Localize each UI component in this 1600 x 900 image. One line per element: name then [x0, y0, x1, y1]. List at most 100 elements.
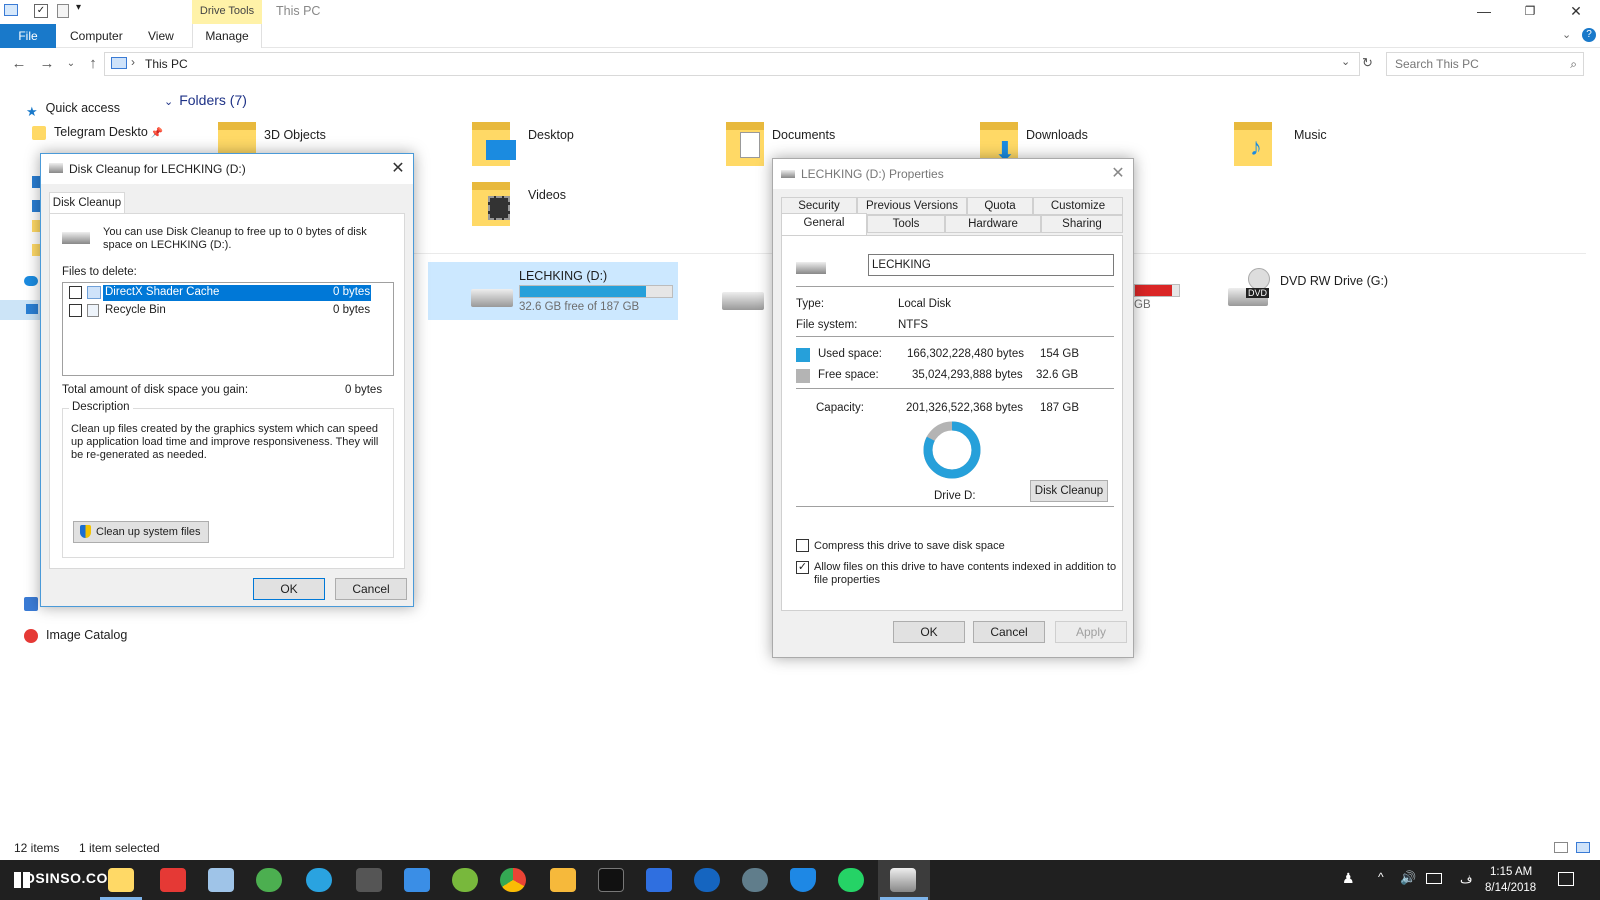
- drive-d-tile[interactable]: LECHKING (D:) 32.6 GB free of 187 GB: [428, 262, 678, 320]
- tab-tools[interactable]: Tools: [867, 215, 945, 233]
- app-icon-yellow[interactable]: [550, 868, 576, 892]
- file-checkbox[interactable]: [69, 286, 82, 299]
- nav-quick-access[interactable]: ★ Quick access: [26, 98, 120, 119]
- compress-checkbox[interactable]: [796, 539, 809, 552]
- app-icon-globe[interactable]: [256, 868, 282, 892]
- index-checkbox[interactable]: ✓: [796, 561, 809, 574]
- forward-button[interactable]: →: [36, 53, 58, 75]
- hard-drive-icon[interactable]: [722, 292, 764, 310]
- restore-button[interactable]: ❐: [1508, 0, 1552, 24]
- network-tray-icon[interactable]: [1426, 873, 1442, 884]
- this-pc-icon: [26, 304, 38, 314]
- shield-icon[interactable]: [790, 868, 816, 892]
- disk-cleanup-button[interactable]: Disk Cleanup: [1030, 480, 1108, 502]
- desktop-screen-icon: [486, 140, 516, 160]
- breadcrumb[interactable]: This PC: [145, 57, 188, 71]
- show-hidden-icons[interactable]: ^: [1378, 870, 1384, 884]
- onedrive-icon: [24, 276, 38, 286]
- clock-time[interactable]: 1:15 AM: [1490, 866, 1532, 878]
- tab-file[interactable]: File: [0, 24, 56, 48]
- file-checkbox[interactable]: [69, 304, 82, 317]
- chrome-icon[interactable]: [500, 868, 526, 892]
- cleanup-close-button[interactable]: ✕: [383, 154, 413, 184]
- folder-music[interactable]: ♪ Music: [1234, 122, 1454, 172]
- cleanup-cancel-button[interactable]: Cancel: [335, 578, 407, 600]
- whatsapp-icon[interactable]: [838, 868, 864, 892]
- used-space-swatch: [796, 348, 810, 362]
- disk-cleanup-taskbar-icon[interactable]: [890, 868, 916, 892]
- drive-usage-bar: [1134, 284, 1180, 297]
- drive-usage-donut: [923, 421, 981, 479]
- breadcrumb-chevron-icon: ›: [131, 55, 135, 69]
- properties-title-bar: LECHKING (D:) Properties: [773, 159, 1133, 189]
- list-item[interactable]: Recycle Bin 0 bytes: [65, 303, 373, 319]
- properties-icon[interactable]: ✓: [34, 4, 48, 18]
- large-icons-view-icon[interactable]: [1576, 842, 1590, 853]
- tab-quota[interactable]: Quota: [967, 197, 1033, 215]
- properties-cancel-button[interactable]: Cancel: [973, 621, 1045, 643]
- nav-telegram[interactable]: Telegram Deskto 📌: [32, 122, 163, 142]
- terminal-icon[interactable]: [598, 868, 624, 892]
- properties-close-button[interactable]: ✕: [1103, 159, 1133, 189]
- tab-sharing[interactable]: Sharing: [1041, 215, 1123, 233]
- tab-customize[interactable]: Customize: [1033, 197, 1123, 215]
- calendar-icon[interactable]: [356, 868, 382, 892]
- tab-hardware[interactable]: Hardware: [945, 215, 1041, 233]
- expand-ribbon-icon[interactable]: ⌄: [1562, 28, 1571, 41]
- tab-previous-versions[interactable]: Previous Versions: [857, 197, 967, 215]
- utorrent-icon[interactable]: [452, 868, 478, 892]
- drive-d-usage-bar: [519, 285, 673, 298]
- drive-tools-context: Drive Tools: [192, 0, 262, 24]
- folder-label: 3D Objects: [264, 128, 326, 142]
- app-icon-doc[interactable]: [646, 868, 672, 892]
- details-view-icon[interactable]: [1554, 842, 1568, 853]
- action-center-icon[interactable]: [1558, 872, 1574, 886]
- app-icon-disc[interactable]: [742, 868, 768, 892]
- tab-general[interactable]: General: [781, 213, 867, 235]
- address-bar[interactable]: › This PC ⌄: [104, 52, 1360, 76]
- folder-videos[interactable]: Videos: [472, 182, 692, 232]
- uac-shield-icon: [80, 525, 91, 538]
- tab-disk-cleanup[interactable]: Disk Cleanup: [49, 192, 125, 214]
- drive-properties-dialog: LECHKING (D:) Properties ✕ Security Prev…: [772, 158, 1134, 658]
- list-item[interactable]: DirectX Shader Cache 0 bytes: [65, 285, 373, 301]
- address-dropdown-icon[interactable]: ⌄: [1341, 55, 1350, 68]
- recycle-bin-icon: [87, 304, 99, 317]
- folder-desktop[interactable]: Desktop: [472, 122, 692, 172]
- help-icon[interactable]: ?: [1582, 28, 1596, 42]
- cleanup-ok-button[interactable]: OK: [253, 578, 325, 600]
- folders-group-header[interactable]: ⌄ Folders (7): [164, 92, 247, 108]
- properties-ok-button[interactable]: OK: [893, 621, 965, 643]
- tab-view[interactable]: View: [134, 24, 188, 48]
- clock-date[interactable]: 8/14/2018: [1485, 882, 1536, 894]
- minimize-button[interactable]: —: [1462, 0, 1506, 24]
- search-input[interactable]: Search This PC ⌕: [1386, 52, 1584, 76]
- clean-up-system-files-button[interactable]: Clean up system files: [73, 521, 209, 543]
- recent-locations-button[interactable]: ⌄: [60, 53, 82, 75]
- tab-manage[interactable]: Manage: [192, 24, 262, 48]
- properties-apply-button[interactable]: Apply: [1055, 621, 1127, 643]
- app-icon-blue[interactable]: [404, 868, 430, 892]
- back-button[interactable]: ←: [8, 53, 30, 75]
- type-value: Local Disk: [898, 298, 952, 310]
- up-button[interactable]: ↑: [82, 53, 104, 75]
- volume-icon[interactable]: 🔊: [1400, 870, 1416, 886]
- close-window-button[interactable]: ✕: [1554, 0, 1598, 24]
- app-icon-notes[interactable]: [208, 868, 234, 892]
- file-explorer-icon[interactable]: [108, 868, 134, 892]
- people-icon[interactable]: ♟: [1342, 870, 1355, 887]
- new-folder-icon[interactable]: [57, 4, 69, 18]
- nav-image-catalog[interactable]: Image Catalog: [24, 625, 127, 645]
- drive-name-field[interactable]: LECHKING: [868, 254, 1114, 276]
- telegram-icon[interactable]: [306, 868, 332, 892]
- customize-qat-icon[interactable]: ▾: [76, 2, 81, 13]
- folders-header-label: Folders (7): [179, 92, 247, 108]
- refresh-icon[interactable]: ↻: [1362, 55, 1373, 71]
- computer-icon: [4, 4, 18, 16]
- dvd-drive-tile[interactable]: DVD DVD RW Drive (G:): [1228, 266, 1428, 316]
- hard-drive-icon: [796, 262, 826, 274]
- app-icon-globe-blue[interactable]: [694, 868, 720, 892]
- language-indicator[interactable]: ف: [1460, 872, 1472, 886]
- tab-computer[interactable]: Computer: [56, 24, 137, 48]
- app-icon-red[interactable]: [160, 868, 186, 892]
